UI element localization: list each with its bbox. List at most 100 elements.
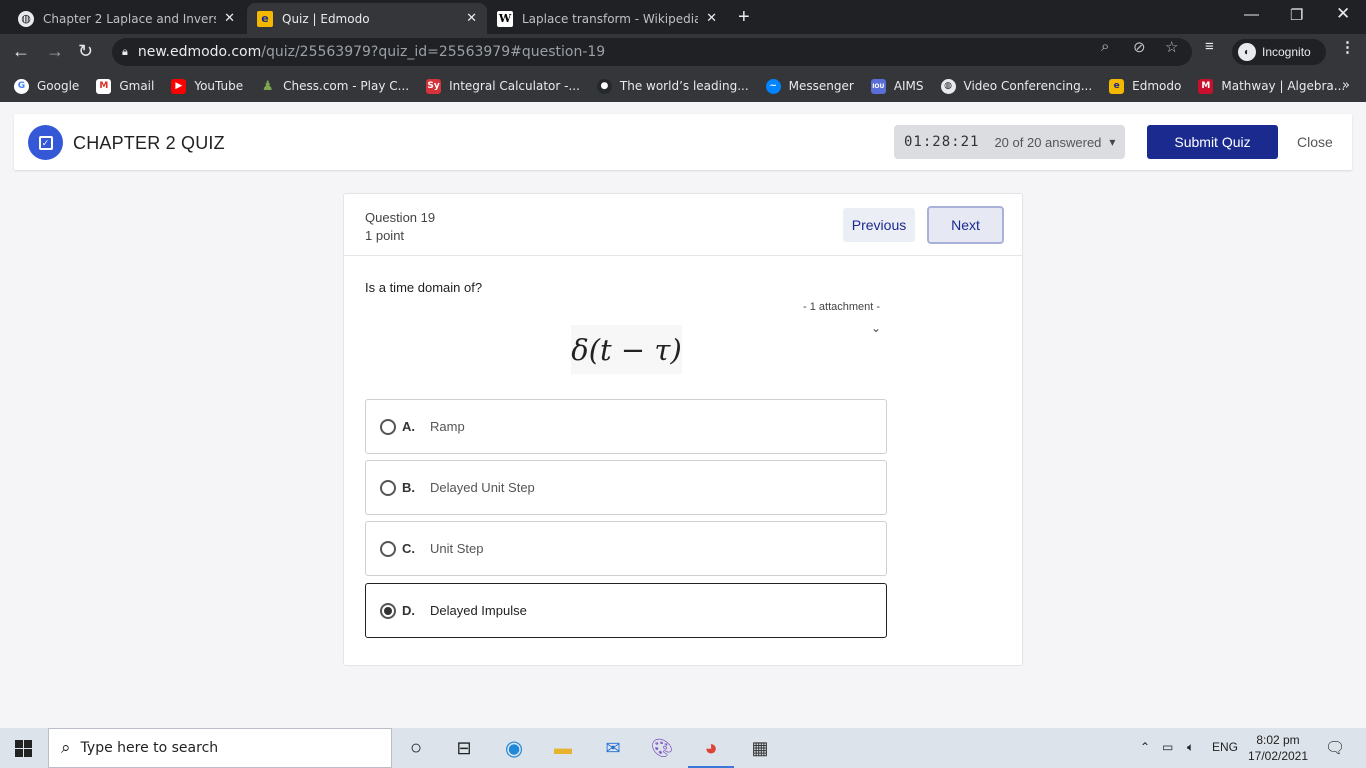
minimize-icon[interactable]: — <box>1244 6 1259 23</box>
quiz-header: ✓ CHAPTER 2 QUIZ 01:28:21 20 of 20 answe… <box>14 114 1352 170</box>
card-divider <box>344 255 1022 256</box>
bookmark-label: AIMS <box>893 79 924 93</box>
google-icon: G <box>14 78 29 94</box>
progress-dropdown[interactable]: 01:28:21 20 of 20 answered ▾ <box>894 125 1125 159</box>
bookmark-gmail[interactable]: M Gmail <box>96 78 154 94</box>
chess-icon: ♟ <box>261 78 274 94</box>
option-letter: A. <box>402 419 415 434</box>
close-window-icon[interactable]: ✕ <box>1336 4 1350 24</box>
chevron-down-icon: ▾ <box>1109 135 1116 149</box>
chevron-down-icon[interactable]: ⌄ <box>871 321 881 335</box>
new-tab-icon[interactable]: + <box>738 6 750 29</box>
option-letter: C. <box>402 541 415 556</box>
bookmark-youtube[interactable]: ▶ YouTube <box>171 78 244 94</box>
radio-button-selected[interactable] <box>380 602 396 619</box>
bookmark-label: YouTube <box>194 79 244 93</box>
bookmark-label: Mathway | Algebra... <box>1221 79 1346 93</box>
bookmark-messenger[interactable]: ~ Messenger <box>765 78 854 94</box>
tray-overflow-icon[interactable]: ⌃ <box>1140 740 1150 754</box>
bookmark-star-icon[interactable]: ☆ <box>1165 38 1178 56</box>
menu-dots-icon[interactable]: ⋮ <box>1340 38 1355 56</box>
windows-taskbar: ⌕ Type here to search ○ ⊟ ◉ ▬ ✉ 🎨︎ ◕ ▦ ⌃… <box>0 728 1366 768</box>
restore-icon[interactable]: ❐ <box>1290 6 1303 24</box>
bookmark-aims[interactable]: IOU AIMS <box>870 78 924 94</box>
close-tab-icon[interactable]: ✕ <box>224 11 235 26</box>
close-tab-icon[interactable]: ✕ <box>706 11 717 26</box>
bookmark-edmodo[interactable]: e Edmodo <box>1109 78 1181 94</box>
tab-chapter-2[interactable]: ◍ Chapter 2 Laplace and Inverse Lap ✕ <box>8 3 245 34</box>
bookmark-chess[interactable]: ♟ Chess.com - Play C... <box>260 79 409 94</box>
tab-title: Laplace transform - Wikipedia <box>522 11 699 26</box>
submit-quiz-button[interactable]: Submit Quiz <box>1147 125 1278 159</box>
back-icon[interactable]: ← <box>12 41 30 62</box>
zoom-icon[interactable]: ⌕ <box>1101 38 1109 55</box>
radio-button[interactable] <box>380 540 396 557</box>
language-indicator[interactable]: ENG <box>1212 740 1238 754</box>
windows-start-icon[interactable] <box>15 740 32 757</box>
option-letter: B. <box>402 480 415 495</box>
option-text: Ramp <box>430 419 465 434</box>
paint-icon[interactable]: 🎨︎ <box>649 736 675 760</box>
question-points: 1 point <box>365 228 405 243</box>
browser-tab-bar: ◍ Chapter 2 Laplace and Inverse Lap ✕ e … <box>0 0 1366 34</box>
quiz-logo-icon: ✓ <box>28 125 63 160</box>
clock-date: 17/02/2021 <box>1247 749 1309 763</box>
notifications-icon[interactable]: 🗨︎ <box>1325 738 1345 758</box>
wikipedia-icon: W <box>497 10 513 27</box>
edmodo-icon: e <box>257 10 273 27</box>
attachment-label[interactable]: - 1 attachment - <box>803 301 880 313</box>
question-card: Question 19 1 point Previous Next Is a t… <box>343 193 1023 666</box>
calculator-icon[interactable]: ▦ <box>747 736 773 760</box>
bookmark-label: Google <box>37 79 80 93</box>
file-explorer-icon[interactable]: ▬ <box>550 736 576 760</box>
chrome-icon[interactable]: ◕ <box>688 735 734 768</box>
github-icon: ● <box>596 78 612 94</box>
bookmarks-overflow-icon[interactable]: » <box>1342 78 1350 93</box>
aims-icon: IOU <box>870 78 886 94</box>
address-bar[interactable]: 🔒︎ new.edmodo.com/quiz/25563979?quiz_id=… <box>112 38 1192 66</box>
bookmark-mathway[interactable]: M Mathway | Algebra... <box>1198 78 1346 94</box>
option-a[interactable]: A. Ramp <box>365 399 887 454</box>
forward-icon[interactable]: → <box>46 41 64 62</box>
cortana-icon[interactable]: ○ <box>403 736 429 760</box>
radio-dot <box>384 606 392 615</box>
reload-icon[interactable]: ↻ <box>78 41 93 62</box>
edge-icon[interactable]: ◉ <box>501 736 527 760</box>
option-text: Delayed Impulse <box>430 603 527 618</box>
tab-title: Quiz | Edmodo <box>282 11 370 26</box>
mail-icon[interactable]: ✉ <box>600 736 626 760</box>
search-placeholder: Type here to search <box>80 740 219 756</box>
answered-count: 20 of 20 answered <box>994 134 1102 150</box>
previous-button[interactable]: Previous <box>843 208 915 242</box>
volume-icon[interactable]: 🔈︎ <box>1187 740 1194 755</box>
chrome-globe-icon: ◍ <box>18 10 34 27</box>
close-quiz-button[interactable]: Close <box>1297 134 1333 150</box>
option-b[interactable]: B. Delayed Unit Step <box>365 460 887 515</box>
symbolab-icon: Sy <box>426 78 442 94</box>
bookmark-google[interactable]: G Google <box>14 78 80 94</box>
radio-button[interactable] <box>380 479 396 496</box>
bookmark-video-conferencing[interactable]: ◍ Video Conferencing... <box>940 78 1092 94</box>
next-button[interactable]: Next <box>927 206 1004 244</box>
bookmark-label: The world’s leading... <box>619 79 749 93</box>
radio-button[interactable] <box>380 418 396 435</box>
tracking-blocked-icon[interactable]: ⊘ <box>1133 38 1146 56</box>
question-text: Is a time domain of? <box>365 280 483 295</box>
tab-wikipedia[interactable]: W Laplace transform - Wikipedia ✕ <box>487 3 727 34</box>
network-icon[interactable]: ▭ <box>1162 740 1173 754</box>
search-icon: ⌕ <box>61 738 71 758</box>
system-clock[interactable]: 8:02 pm 17/02/2021 <box>1246 732 1310 764</box>
tab-title: Chapter 2 Laplace and Inverse Lap <box>43 11 216 26</box>
taskbar-search-input[interactable]: ⌕ Type here to search <box>48 728 392 768</box>
close-tab-icon[interactable]: ✕ <box>466 11 477 26</box>
option-c[interactable]: C. Unit Step <box>365 521 887 576</box>
reading-list-icon[interactable]: ≡ <box>1205 38 1214 55</box>
incognito-badge[interactable]: ◐ Incognito <box>1232 39 1326 65</box>
option-text: Delayed Unit Step <box>430 480 535 495</box>
formula-image: δ(t − τ) <box>571 325 682 374</box>
tab-quiz-edmodo[interactable]: e Quiz | Edmodo ✕ <box>247 3 487 34</box>
option-d[interactable]: D. Delayed Impulse <box>365 583 887 638</box>
task-view-icon[interactable]: ⊟ <box>451 736 477 760</box>
bookmark-github[interactable]: ● The world’s leading... <box>596 78 749 94</box>
bookmark-integral-calculator[interactable]: Sy Integral Calculator -... <box>426 78 580 94</box>
